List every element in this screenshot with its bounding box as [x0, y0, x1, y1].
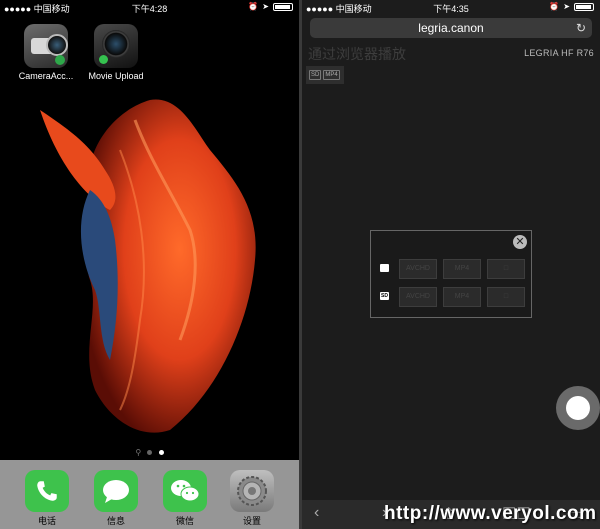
- dock-label: 电话: [37, 516, 56, 526]
- media-row-internal: AVCHD MP4 □: [371, 259, 533, 279]
- close-icon[interactable]: ✕: [513, 235, 527, 249]
- camera-model: LEGRIA HF R76: [524, 48, 594, 58]
- battery-icon: [574, 2, 594, 11]
- media-tags: SD MP4: [306, 66, 344, 84]
- app-camera-access[interactable]: CameraAcc...: [16, 24, 76, 81]
- page-indicator: ⚲: [0, 448, 299, 457]
- url-text: legria.canon: [418, 21, 484, 35]
- media-select-dialog: ✕ AVCHD MP4 □ SD AVCHD MP4 □: [370, 230, 532, 318]
- avchd-button[interactable]: AVCHD: [399, 259, 437, 279]
- reload-icon[interactable]: ↻: [576, 18, 586, 38]
- mp4-button[interactable]: MP4: [443, 287, 481, 307]
- back-icon[interactable]: ‹: [314, 504, 319, 522]
- browser-screen: ●●●●● 中国移动 下午4:35 ⏰ ➤ legria.canon ↻ 通过浏…: [302, 0, 600, 529]
- dock-label: 微信: [175, 516, 194, 526]
- dock-app-settings[interactable]: 设置: [226, 470, 278, 527]
- wechat-icon: [163, 470, 207, 512]
- alarm-icon: ⏰: [549, 2, 560, 11]
- sd-card-icon: SD: [380, 292, 389, 300]
- url-bar[interactable]: legria.canon ↻: [310, 18, 592, 38]
- media-row-sd: SD AVCHD MP4 □: [371, 287, 533, 307]
- camera-access-icon: [24, 24, 68, 68]
- location-icon: ➤: [563, 2, 570, 11]
- app-label: Movie Upload: [88, 71, 144, 81]
- dock-app-phone[interactable]: 电话: [21, 470, 73, 527]
- betta-fish-wallpaper: [40, 99, 256, 433]
- photo-button[interactable]: □: [487, 259, 525, 279]
- mp4-button[interactable]: MP4: [443, 259, 481, 279]
- internal-memory-icon: [380, 264, 389, 272]
- dock-app-wechat[interactable]: 微信: [159, 470, 211, 527]
- photo-button[interactable]: □: [487, 287, 525, 307]
- dock: 电话 信息 微信 设置: [0, 460, 299, 529]
- alarm-icon: ⏰: [248, 2, 259, 11]
- status-bar: ●●●●● 中国移动 下午4:28 ⏰ ➤: [0, 0, 299, 14]
- messages-icon: [94, 470, 138, 512]
- status-bar: ●●●●● 中国移动 下午4:35 ⏰ ➤: [302, 0, 600, 14]
- app-label: CameraAcc...: [18, 71, 74, 81]
- battery-icon: [273, 2, 293, 11]
- home-screen: ●●●●● 中国移动 下午4:28 ⏰ ➤ CameraAcc... Movie…: [0, 0, 299, 529]
- dock-app-messages[interactable]: 信息: [90, 470, 142, 527]
- app-movie-upload[interactable]: Movie Upload: [86, 24, 146, 81]
- movie-upload-icon: [94, 24, 138, 68]
- phone-icon: [25, 470, 69, 512]
- dock-label: 信息: [106, 516, 125, 526]
- tag-mp4: MP4: [323, 70, 340, 80]
- page-dot-current: [158, 450, 164, 456]
- tag-sd: SD: [309, 70, 322, 80]
- location-icon: ➤: [262, 2, 269, 11]
- dock-label: 设置: [242, 516, 261, 526]
- page-title: 通过浏览器播放: [308, 46, 406, 62]
- assistive-touch-button[interactable]: [556, 386, 600, 430]
- avchd-button[interactable]: AVCHD: [399, 287, 437, 307]
- page-dot: [147, 450, 153, 456]
- search-page-icon: ⚲: [135, 448, 142, 457]
- settings-icon: [230, 470, 274, 512]
- watermark: http://www.veryol.com: [384, 503, 597, 524]
